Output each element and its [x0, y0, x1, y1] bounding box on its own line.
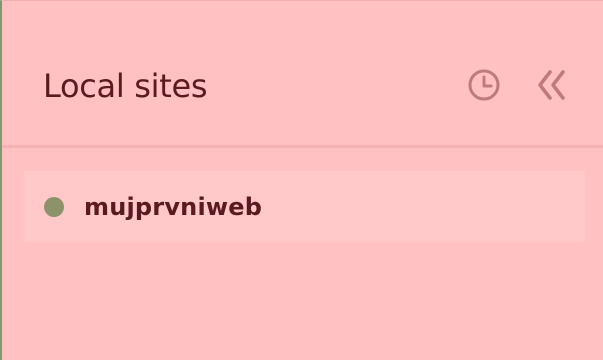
status-indicator-dot: [44, 196, 64, 217]
panel-header: Local sites: [2, 1, 603, 148]
history-button[interactable]: [467, 68, 501, 102]
collapse-panel-button[interactable]: [535, 68, 569, 102]
local-sites-panel: Local sites mujprvniweb: [0, 0, 603, 360]
clock-icon: [468, 69, 500, 101]
site-list: mujprvniweb: [24, 171, 585, 242]
panel-title: Local sites: [43, 67, 208, 105]
double-chevron-left-icon: [538, 70, 565, 100]
site-list-item[interactable]: mujprvniweb: [24, 171, 585, 242]
site-name: mujprvniweb: [84, 192, 263, 221]
